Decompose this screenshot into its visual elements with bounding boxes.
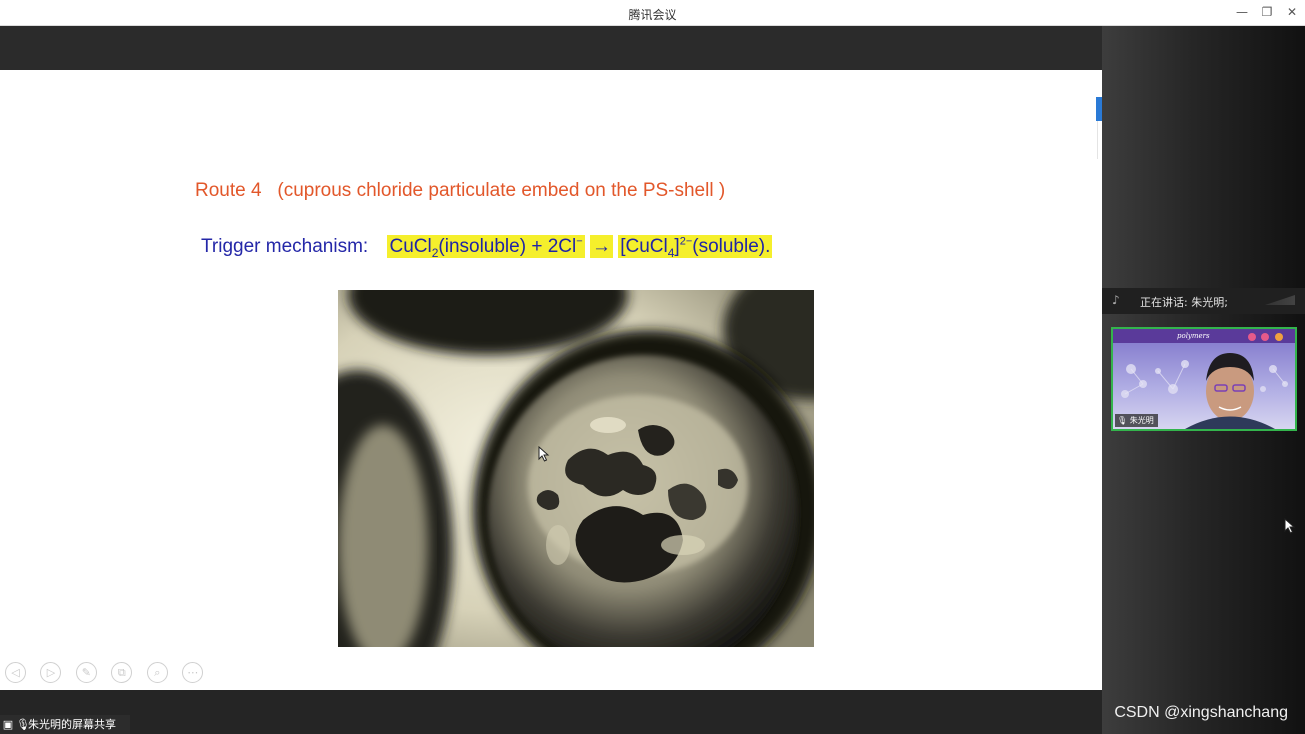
screen-share-area: Route 4 (cuprous chloride particulate em… — [0, 26, 1102, 734]
mic-icon: 🎙 — [1117, 416, 1128, 425]
slide-route-title: Route 4 (cuprous chloride particulate em… — [195, 180, 726, 201]
eq-insoluble: (insoluble) + 2Cl — [438, 236, 577, 258]
eq-sup-minus: − — [576, 236, 583, 248]
prev-slide-icon[interactable]: ◁ — [5, 662, 26, 683]
trigger-label: Trigger mechanism: — [201, 236, 369, 258]
trigger-mechanism-line: Trigger mechanism: CuCl2(insoluble) + 2C… — [201, 235, 773, 260]
participant-name-tag: 🎙 朱光明 — [1115, 414, 1158, 427]
next-slide-icon[interactable]: ▷ — [40, 662, 62, 683]
screen-share-label[interactable]: ▣ 🎙朱光明的屏幕共享 — [0, 715, 130, 734]
slide-toolbar: ◁ ▷ ✎ ⧉ ⌕ ⋯ — [5, 662, 213, 686]
pen-icon[interactable]: ✎ — [75, 662, 97, 683]
screen-icon: ▣ — [2, 718, 14, 731]
microscope-image — [338, 290, 814, 647]
mouse-cursor-icon-panel — [1284, 518, 1296, 534]
minimize-button[interactable]: — — [1232, 3, 1252, 21]
window-titlebar: 腾讯会议 — ❐ ✕ — [0, 0, 1305, 26]
presentation-slide: Route 4 (cuprous chloride particulate em… — [0, 70, 1102, 690]
participant-panel: ♪ 正在讲话: 朱光明; polymers 🎙 朱光明 — [1102, 26, 1305, 734]
eq-cucl: CuCl — [389, 236, 432, 258]
copy-icon[interactable]: ⧉ — [111, 662, 133, 683]
restore-button[interactable]: ❐ — [1257, 3, 1277, 21]
eq-sup-2minus: 2− — [679, 236, 693, 248]
slide-bottom-bar — [0, 690, 1102, 734]
eq-bracket-open: [CuCl — [620, 236, 668, 258]
chemical-product: [CuCl4]2−(soluble). — [618, 235, 773, 260]
microscope-image-drawing — [338, 290, 814, 647]
participant-name: 朱光明 — [1129, 416, 1154, 425]
eq-arrow: → — [589, 235, 613, 259]
eq-soluble: (soluble). — [692, 236, 771, 258]
share-label-text: 朱光明的屏幕共享 — [28, 718, 116, 731]
mouse-cursor-icon — [538, 446, 550, 462]
speaker-icon: ♪ — [1112, 293, 1120, 307]
chemical-equation: CuCl2(insoluble) + 2Cl− — [387, 235, 585, 260]
close-button[interactable]: ✕ — [1282, 3, 1302, 21]
signal-icon — [1265, 295, 1295, 305]
zoom-icon[interactable]: ⌕ — [146, 662, 168, 683]
slide-top-bar — [0, 26, 1102, 70]
speaking-text: 正在讲话: 朱光明; — [1140, 296, 1228, 309]
microphone-icon: 🎙 — [16, 718, 30, 731]
participant-video-tile[interactable]: polymers 🎙 朱光明 — [1111, 327, 1297, 431]
more-icon[interactable]: ⋯ — [182, 662, 204, 683]
csdn-watermark: CSDN @xingshanchang — [1114, 704, 1288, 721]
window-title: 腾讯会议 — [628, 8, 677, 22]
speaking-indicator: ♪ 正在讲话: 朱光明; — [1102, 288, 1305, 314]
slide-side-divider — [1097, 121, 1098, 159]
